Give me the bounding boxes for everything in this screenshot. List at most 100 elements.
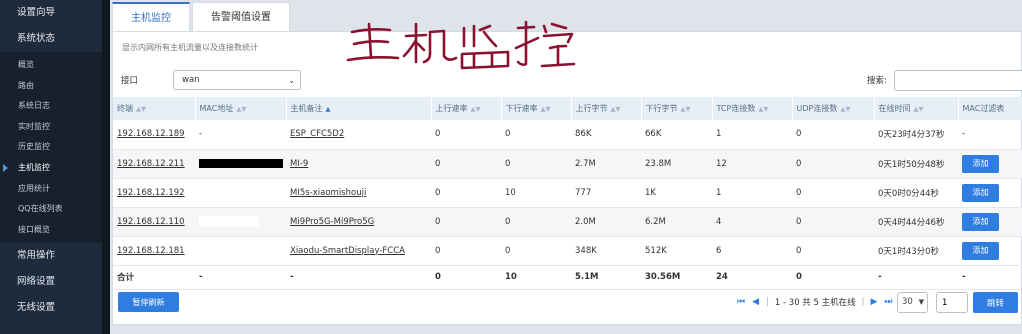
tcp-cell: 6 [712, 236, 792, 266]
sort-icon: ▲▼ [610, 105, 621, 113]
interface-select[interactable]: wan ⌄ [173, 70, 301, 90]
mac-redaction [199, 158, 283, 168]
nav-interface-overview[interactable]: 接口概览 [0, 220, 102, 241]
nav-common-ops[interactable]: 常用操作 [0, 243, 102, 269]
nav-realtime-monitor[interactable]: 实时监控 [0, 117, 102, 138]
mac-redaction [199, 187, 259, 198]
host-ip-link[interactable]: 192.168.12.189 [117, 129, 185, 139]
host-ip-link[interactable]: 192.168.12.211 [117, 159, 185, 169]
mac-filter-cell: - [958, 120, 1022, 150]
interface-label: 接口 [121, 76, 139, 86]
udp-cell: 0 [792, 236, 874, 266]
col-note[interactable]: 主机备注 ▲ [286, 97, 432, 120]
tab-alert-threshold[interactable]: 告警阈值设置 [192, 2, 290, 31]
down-bytes-cell: 23.8M [641, 149, 712, 179]
col-up-bytes[interactable]: 上行字节 ▲▼ [571, 97, 642, 120]
pager-divider: | [861, 297, 865, 307]
add-filter-button[interactable]: 添加 [962, 154, 999, 173]
nav-host-monitor[interactable]: 主机监控 [0, 158, 102, 179]
down-rate-cell: 0 [501, 236, 571, 266]
table-row: 192.168.12.211 MI-9 0 0 2.7M 23.8M 12 0 … [113, 149, 1022, 179]
host-ip-link[interactable]: 192.168.12.110 [117, 217, 185, 227]
search-input[interactable] [894, 70, 1022, 91]
add-filter-button[interactable]: 添加 [962, 212, 999, 231]
total-udp: 0 [792, 265, 874, 290]
last-page-icon[interactable]: ⏭ [884, 297, 892, 307]
sort-icon: ▲▼ [136, 105, 146, 113]
host-table: 终端 ▲▼ MAC地址 ▲▼ 主机备注 ▲ 上行速率 ▲▼ 下行速率 ▲▼ 上行字节 ▲▼ … [113, 97, 1022, 290]
sort-icon: ▲▼ [470, 105, 481, 113]
nav-app-stats[interactable]: 应用统计 [0, 179, 102, 200]
col-online[interactable]: 在线时间 ▲▼ [874, 97, 959, 120]
up-bytes-cell: 348K [571, 236, 641, 266]
host-note-link[interactable]: MI5s-xiaomishouji [290, 188, 366, 198]
col-down-rate[interactable]: 下行速率 ▲▼ [501, 97, 572, 120]
sort-icon: ▲▼ [540, 105, 551, 113]
nav-routes[interactable]: 路由 [0, 76, 102, 97]
up-bytes-cell: 86K [571, 120, 641, 150]
host-note-link[interactable]: Xiaodu-SmartDisplay-FCCA [290, 246, 405, 256]
col-down-bytes[interactable]: 下行字节 ▲▼ [641, 97, 713, 120]
total-online: - [874, 265, 958, 290]
add-filter-button[interactable]: 添加 [962, 183, 999, 202]
nav-wireless-settings[interactable]: 无线设置 [0, 295, 102, 321]
col-terminal[interactable]: 终端 ▲▼ [113, 97, 196, 120]
next-page-icon[interactable]: ▶ [871, 297, 878, 307]
total-up-rate: 0 [431, 265, 501, 290]
nav-overview[interactable]: 概览 [0, 55, 102, 76]
nav-system-log[interactable]: 系统日志 [0, 96, 102, 117]
chevron-down-icon: ⌄ [288, 76, 295, 85]
col-up-rate[interactable]: 上行速率 ▲▼ [431, 97, 502, 120]
page-size-select[interactable]: 30 ▼ [897, 292, 928, 313]
total-up-bytes: 5.1M [571, 265, 641, 290]
col-mac-filter: MAC过滤表 [958, 97, 1022, 120]
udp-cell: 0 [792, 120, 874, 150]
host-note-link[interactable]: ESP_CFC5D2 [290, 129, 344, 139]
sort-icon: ▲▼ [680, 105, 691, 113]
up-rate-cell: 0 [431, 120, 501, 150]
total-filter: - [958, 265, 1022, 290]
host-ip-link[interactable]: 192.168.12.181 [117, 246, 185, 256]
col-udp[interactable]: UDP连接数 ▲▼ [792, 97, 875, 120]
up-bytes-cell: 2.7M [571, 149, 641, 179]
table-row: 192.168.12.192 MI5s-xiaomishouji 0 10 77… [113, 178, 1022, 208]
up-rate-cell: 0 [431, 149, 501, 179]
mac-cell: - [195, 120, 286, 150]
host-ip-link[interactable]: 192.168.12.192 [117, 188, 185, 198]
mac-cell [195, 149, 286, 179]
down-bytes-cell: 1K [641, 178, 712, 208]
nav-system-status[interactable]: 系统状态 [0, 26, 102, 52]
table-row: 192.168.12.189 - ESP_CFC5D2 0 0 86K 66K … [113, 120, 1022, 150]
down-bytes-cell: 6.2M [641, 207, 712, 237]
online-time-cell: 0天1时50分48秒 [874, 149, 958, 179]
col-mac[interactable]: MAC地址 ▲▼ [195, 97, 287, 120]
tcp-cell: 12 [712, 149, 792, 179]
tab-host-monitor[interactable]: 主机监控 [112, 2, 190, 31]
page-number-input[interactable] [936, 292, 968, 313]
prev-page-icon[interactable]: ◀ [752, 297, 759, 307]
first-page-icon[interactable]: ⏮ [737, 297, 745, 307]
online-time-cell: 0天4时44分46秒 [874, 207, 958, 237]
tcp-cell: 1 [712, 120, 792, 150]
mac-redaction [199, 245, 259, 256]
total-mac: - [195, 265, 286, 290]
mac-cell [195, 178, 286, 208]
add-filter-button[interactable]: 添加 [962, 241, 999, 260]
nav-qq-online[interactable]: QQ在线列表 [0, 199, 102, 220]
pagination: ⏮ ◀ | 1 - 30 共 5 主机在线 | ▶ ⏭ [737, 296, 900, 308]
mac-redaction [199, 216, 259, 227]
total-down-rate: 10 [501, 265, 571, 290]
down-rate-cell: 0 [501, 120, 571, 150]
nav-network-settings[interactable]: 网络设置 [0, 269, 102, 295]
col-tcp[interactable]: TCP连接数 ▲▼ [712, 97, 793, 120]
online-time-cell: 0天23时4分37秒 [874, 120, 958, 150]
go-page-button[interactable]: 跳转 [973, 292, 1018, 313]
nav-setup-wizard[interactable]: 设置向导 [0, 0, 102, 26]
pause-refresh-button[interactable]: 暂停刷新 [118, 292, 179, 312]
host-note-link[interactable]: Mi9Pro5G-Mi9Pro5G [290, 217, 374, 227]
host-note-link[interactable]: MI-9 [290, 159, 308, 169]
down-rate-cell: 0 [501, 207, 571, 237]
up-bytes-cell: 2.0M [571, 207, 641, 237]
nav-history-monitor[interactable]: 历史监控 [0, 137, 102, 158]
sort-icon: ▲▼ [758, 105, 769, 113]
